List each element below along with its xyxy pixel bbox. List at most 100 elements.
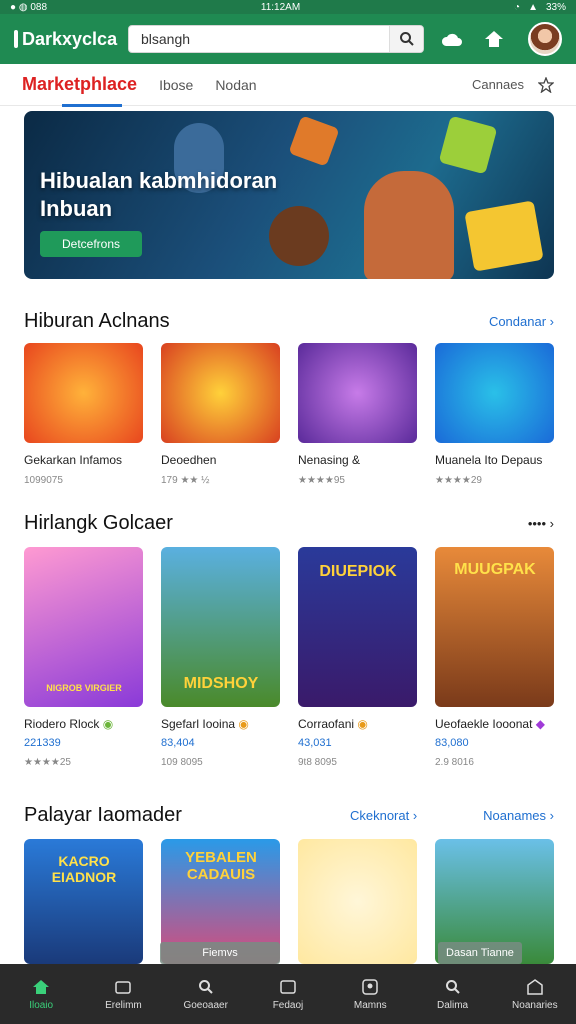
tab-cannaes[interactable]: Cannaes xyxy=(472,77,524,92)
game-card[interactable]: NIGROB VIRGIER Riodero Rlock ◉ 221339 ★★… xyxy=(24,547,143,768)
game-tile-text: NIGROB VIRGIER xyxy=(46,683,122,693)
section-title: Palayar Iaomader xyxy=(24,804,182,826)
section-title: Hiburan Aclnans xyxy=(24,310,170,332)
star-icon[interactable] xyxy=(538,76,554,93)
game-thumbnail: DIUEPIOK xyxy=(298,547,417,707)
battery-level: 33% xyxy=(545,1,566,13)
game-thumbnail: MUUGPAK xyxy=(435,547,554,707)
logo-text: Darkxyclca xyxy=(22,28,118,49)
app-rating: ★★★★95 xyxy=(298,475,345,486)
section-more-link[interactable]: Condanar › xyxy=(489,314,554,329)
app-card[interactable]: Muanela Ito Depaus ★★★★29 xyxy=(435,343,554,486)
coin-icon: ◉ xyxy=(102,717,114,731)
nav-item-3[interactable]: Goeoaaer xyxy=(171,978,241,1011)
status-left: ● ◍ 088 xyxy=(10,1,48,13)
search-button[interactable] xyxy=(389,26,423,52)
app-thumbnail xyxy=(298,343,417,443)
search-bar xyxy=(128,25,424,53)
search-icon xyxy=(399,32,414,46)
coin-icon: ◉ xyxy=(357,717,368,731)
card-row-1: Gekarkan Infamos 1099075 Deoedhen 179 ★★… xyxy=(24,343,554,486)
box-icon xyxy=(113,978,133,996)
game-tile-text: DIUEPIOK xyxy=(319,563,397,580)
nav-item-home[interactable]: Iloaio xyxy=(6,978,76,1011)
app-card[interactable]: Nenasing & ★★★★95 xyxy=(298,343,417,486)
section-header-3: Palayar Iaomader Ckeknorat › Noanames › xyxy=(24,804,554,827)
status-icons: ◔ ▲ 33% xyxy=(514,2,566,13)
wifi-icon: ◔ xyxy=(514,1,521,13)
app-name: Deoedhen xyxy=(161,453,217,467)
app-meta: 179 ★★ ½ xyxy=(161,475,210,486)
game-thumbnail xyxy=(298,839,417,964)
hero-cta-button[interactable]: Detcefrons xyxy=(40,231,142,257)
bottom-nav: Iloaio Erelimm Goeoaaer Fedaoj Mamns Dal… xyxy=(0,964,576,1024)
app-name: Muanela Ito Depaus xyxy=(435,453,543,467)
app-rating: ★★★★29 xyxy=(435,475,482,486)
game-tile-text: MIDSHOY xyxy=(183,675,259,692)
app-name: Gekarkan Infamos xyxy=(24,453,123,467)
avatar[interactable] xyxy=(528,22,562,56)
section-more-link[interactable]: •••• › xyxy=(528,516,554,531)
section-header-2: Hirlangk Golcaer •••• › xyxy=(24,512,554,535)
app-bar: Darkxyclca xyxy=(0,14,576,64)
hero-art-character xyxy=(364,171,454,279)
bag-icon xyxy=(525,978,545,996)
section-title: Hirlangk Golcaer xyxy=(24,512,173,534)
game-price: 83,080 xyxy=(435,737,469,749)
home-upload-button[interactable] xyxy=(480,25,508,53)
status-time: 11:12AM xyxy=(260,1,301,13)
cloud-upload-button[interactable] xyxy=(438,25,466,53)
tab-ibose[interactable]: Ibose xyxy=(159,77,193,93)
status-bar: ● ◍ 088 11:12AM ◔ ▲ 33% xyxy=(0,0,576,14)
hero-art-cheese xyxy=(464,200,544,272)
game-rating: ★★★★25 xyxy=(24,757,71,768)
game-price: 83,404 xyxy=(161,737,195,749)
game-name: Ueofaekle Iooonat ◆ xyxy=(435,717,545,731)
card-row-2: NIGROB VIRGIER Riodero Rlock ◉ 221339 ★★… xyxy=(24,547,554,768)
game-tile-text: MUUGPAK xyxy=(454,561,536,578)
nav-item-2[interactable]: Erelimm xyxy=(88,978,158,1011)
overlay-pill-right[interactable]: Dasan Tianne xyxy=(438,942,522,964)
profile-icon xyxy=(360,978,380,996)
cloud-icon xyxy=(441,33,462,46)
game-card[interactable] xyxy=(298,839,417,964)
logo-icon xyxy=(14,30,18,48)
game-meta: 109 8095 xyxy=(161,757,203,768)
app-card[interactable]: Deoedhen 179 ★★ ½ xyxy=(161,343,280,486)
tab-marketplace[interactable]: Marketphlace xyxy=(22,74,137,107)
nav-item-7[interactable]: Noanaries xyxy=(500,978,570,1011)
app-card[interactable]: Gekarkan Infamos 1099075 xyxy=(24,343,143,486)
tab-nodan[interactable]: Nodan xyxy=(215,77,256,93)
hero-banner[interactable]: Hibualan kabmhidoran Inbuan Detcefrons xyxy=(24,111,554,279)
game-card[interactable]: KACRO EIADNOR xyxy=(24,839,143,964)
game-price: 221339 xyxy=(24,737,61,749)
game-tile-text: YEBALEN CADAUIS xyxy=(185,849,257,883)
app-thumbnail xyxy=(435,343,554,443)
gallery-icon xyxy=(278,978,298,996)
top-tabs: Marketphlace Ibose Nodan Cannaes xyxy=(0,64,576,107)
game-meta: 2.9 8016 xyxy=(435,757,474,768)
upload-icon xyxy=(485,31,503,47)
game-thumbnail: MIDSHOY xyxy=(161,547,280,707)
signal-icon: ▲ xyxy=(528,1,538,13)
nav-item-4[interactable]: Fedaoj xyxy=(253,978,323,1011)
game-price: 43,031 xyxy=(298,737,332,749)
app-thumbnail xyxy=(24,343,143,443)
nav-item-5[interactable]: Mamns xyxy=(335,978,405,1011)
tabs-right: Cannaes xyxy=(472,76,554,93)
app-logo[interactable]: Darkxyclca xyxy=(14,28,118,50)
overlay-pill-left[interactable]: Fiemvs xyxy=(160,942,280,964)
section-more-link[interactable]: Noanames › xyxy=(483,808,554,823)
nav-item-6[interactable]: Dalima xyxy=(418,978,488,1011)
game-card[interactable]: MIDSHOY Sgefarl Iooina ◉ 83,404 109 8095 xyxy=(161,547,280,768)
search-icon xyxy=(443,978,463,996)
game-name: Sgefarl Iooina ◉ xyxy=(161,717,249,731)
section-header-1: Hiburan Aclnans Condanar › xyxy=(24,310,554,333)
game-card[interactable]: MUUGPAK Ueofaekle Iooonat ◆ 83,080 2.9 8… xyxy=(435,547,554,768)
hero-art-box xyxy=(288,115,340,167)
section-link-ckeknorat[interactable]: Ckeknorat › xyxy=(350,808,417,823)
game-name: Corraofani ◉ xyxy=(298,717,368,731)
game-card[interactable]: DIUEPIOK Corraofani ◉ 43,031 9t8 8095 xyxy=(298,547,417,768)
coin-icon: ◉ xyxy=(238,717,249,731)
search-input[interactable] xyxy=(129,26,389,52)
